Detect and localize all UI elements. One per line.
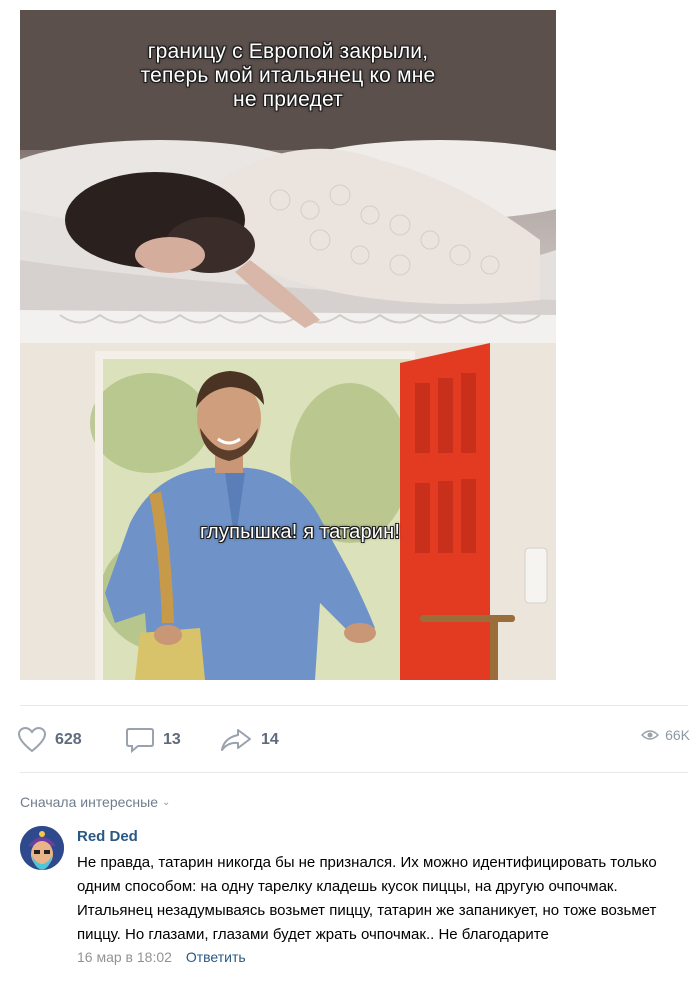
meme-caption-bottom: глупышка! я татарин! <box>200 521 401 543</box>
comments-sort-dropdown[interactable]: Сначала интересные ⌄ <box>20 794 170 810</box>
avatar[interactable] <box>20 826 64 870</box>
meme-caption-top: границу с Европой закрыли, теперь мой ит… <box>140 40 436 111</box>
comment-date[interactable]: 16 мар в 18:02 <box>77 949 172 965</box>
like-button[interactable]: 628 <box>18 727 82 753</box>
heart-icon <box>18 727 46 753</box>
sort-label: Сначала интересные <box>20 794 158 810</box>
chevron-down-icon: ⌄ <box>162 796 171 808</box>
comment-text: Не правда, татарин никогда бы не признал… <box>77 854 657 943</box>
share-button[interactable]: 14 <box>220 727 279 753</box>
avatar-image <box>20 826 64 870</box>
divider <box>20 705 688 706</box>
share-count: 14 <box>261 731 279 748</box>
comment-button[interactable]: 13 <box>126 727 181 753</box>
views-counter: 66K <box>641 727 690 743</box>
meme-panel-bottom: глупышка! я татарин! <box>20 343 556 680</box>
eye-icon <box>641 730 660 740</box>
comment-bubble-icon <box>126 728 154 753</box>
comment-author[interactable]: Red Ded <box>77 828 692 845</box>
share-arrow-icon <box>221 729 251 751</box>
like-count: 628 <box>55 731 82 748</box>
post-image[interactable]: границу с Европой закрыли, теперь мой ит… <box>20 10 556 680</box>
meme-panel-top: границу с Европой закрыли, теперь мой ит… <box>20 10 556 343</box>
post-actions-bar: 628 13 14 66K <box>18 723 690 759</box>
man-at-door-illustration <box>20 343 556 680</box>
comment-count: 13 <box>163 731 181 748</box>
divider <box>20 772 688 773</box>
reply-button[interactable]: Ответить <box>186 949 246 965</box>
views-count: 66K <box>665 727 690 743</box>
comment-meta: 16 мар в 18:02 Ответить <box>77 949 692 965</box>
